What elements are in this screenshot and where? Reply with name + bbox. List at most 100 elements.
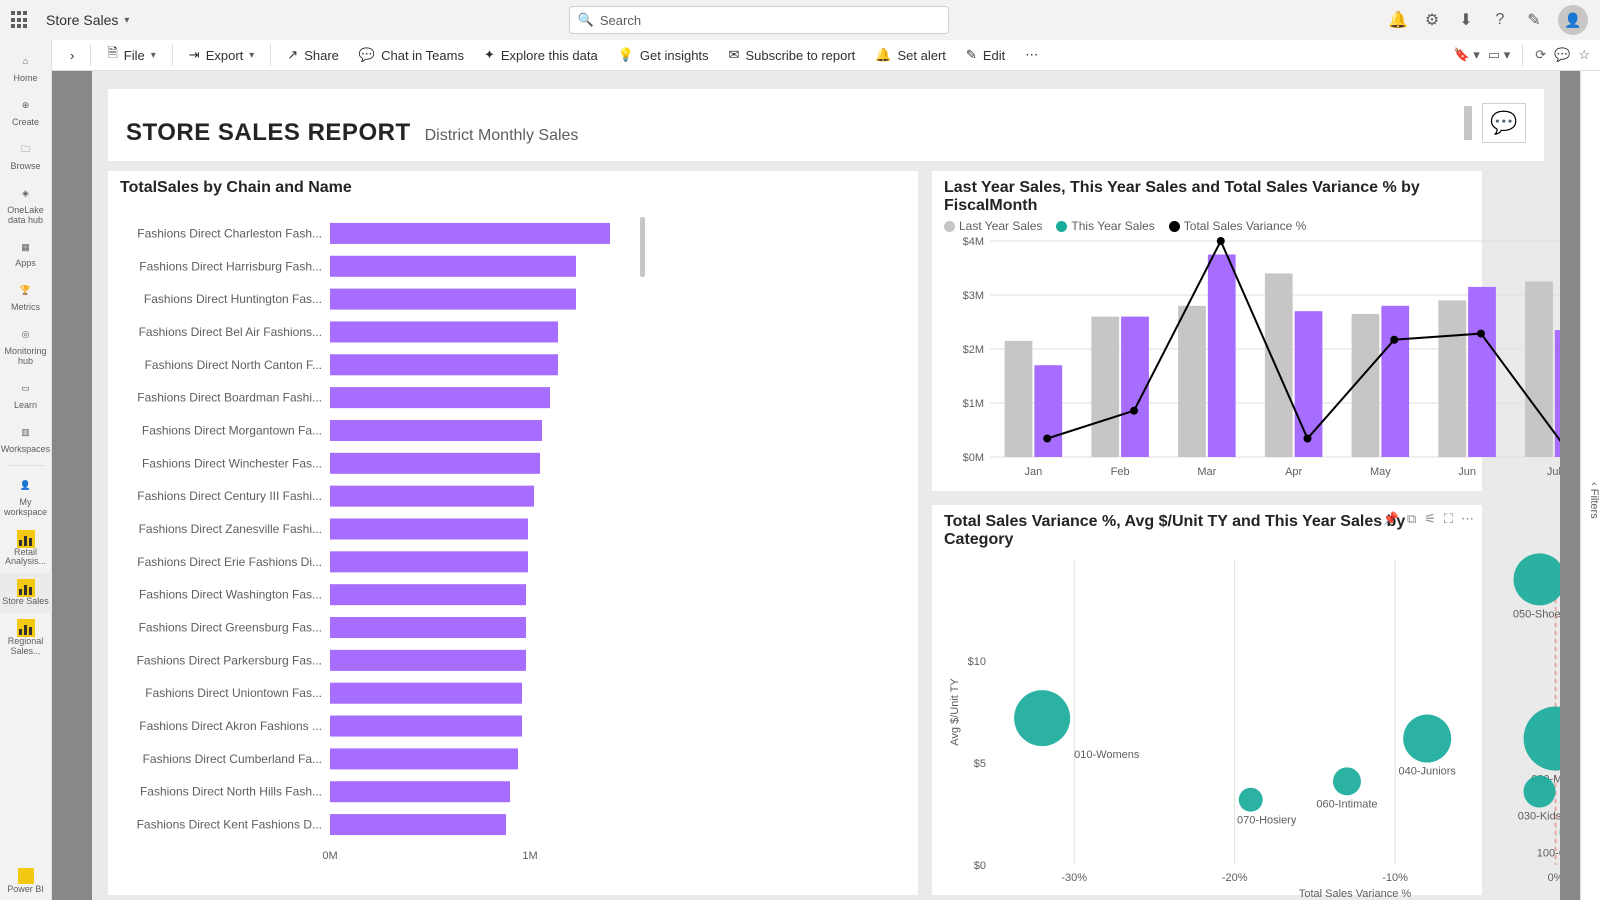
workspace-name: Store Sales bbox=[46, 12, 118, 28]
svg-text:Mar: Mar bbox=[1197, 466, 1216, 478]
svg-text:-20%: -20% bbox=[1222, 872, 1248, 884]
download-icon[interactable]: ⬇ bbox=[1456, 10, 1476, 30]
copy-icon[interactable]: ⧉ bbox=[1407, 511, 1416, 527]
report-subtitle: District Monthly Sales bbox=[425, 127, 579, 145]
legend-swatch-last-year bbox=[944, 221, 955, 232]
svg-text:-30%: -30% bbox=[1061, 872, 1087, 884]
nav-monitoring[interactable]: ◎Monitoring hub bbox=[0, 319, 52, 373]
feedback-icon[interactable]: ✎ bbox=[1524, 10, 1544, 30]
svg-text:$0: $0 bbox=[974, 860, 986, 872]
folder-icon: 🗀 bbox=[16, 140, 36, 160]
chevron-left-icon: ‹ bbox=[1588, 482, 1600, 486]
share-button[interactable]: ↗Share bbox=[279, 43, 347, 67]
pin-icon[interactable]: 📌 bbox=[1383, 511, 1399, 527]
comment-button[interactable]: 💬 bbox=[1482, 103, 1526, 143]
bell-icon: 🔔 bbox=[875, 47, 891, 63]
canvas-gutter-left bbox=[52, 71, 92, 900]
explore-data-button[interactable]: ✦Explore this data bbox=[476, 43, 606, 67]
nav-home[interactable]: ⌂Home bbox=[0, 46, 52, 90]
set-alert-button[interactable]: 🔔Set alert bbox=[867, 43, 954, 67]
svg-text:Fashions Direct Charleston Fas: Fashions Direct Charleston Fash... bbox=[137, 226, 322, 240]
subscribe-button[interactable]: ✉Subscribe to report bbox=[721, 43, 864, 67]
svg-text:$0M: $0M bbox=[963, 452, 984, 464]
app-launcher-icon[interactable] bbox=[8, 8, 32, 32]
filters-pane-collapsed[interactable]: ‹ Filters bbox=[1580, 71, 1600, 900]
settings-icon[interactable]: ⚙ bbox=[1422, 10, 1442, 30]
svg-text:Fashions Direct North Canton F: Fashions Direct North Canton F... bbox=[145, 358, 322, 372]
svg-text:Fashions Direct Zanesville Fas: Fashions Direct Zanesville Fashi... bbox=[139, 522, 322, 536]
nav-my-workspace[interactable]: 👤My workspace bbox=[0, 470, 52, 524]
teams-icon: 💬 bbox=[359, 47, 375, 63]
nav-onelake[interactable]: ◈OneLake data hub bbox=[0, 178, 52, 232]
export-menu[interactable]: ⇥Export▾ bbox=[181, 43, 263, 67]
mail-icon: ✉ bbox=[729, 47, 740, 63]
svg-text:Feb: Feb bbox=[1111, 466, 1130, 478]
nav-learn[interactable]: ▭Learn bbox=[0, 373, 52, 417]
svg-text:May: May bbox=[1370, 466, 1391, 478]
focus-icon[interactable]: ⛶ bbox=[1444, 511, 1453, 527]
pinned-report-regional[interactable]: Regional Sales... bbox=[0, 613, 52, 663]
svg-text:Fashions Direct Cumberland Fa.: Fashions Direct Cumberland Fa... bbox=[143, 752, 322, 766]
pinned-report-store-sales[interactable]: Store Sales bbox=[0, 573, 52, 613]
hbar-chart-card[interactable]: TotalSales by Chain and Name Fashions Di… bbox=[108, 171, 918, 895]
filter-icon[interactable]: ⚟ bbox=[1424, 511, 1436, 527]
edit-button[interactable]: ✎Edit bbox=[958, 43, 1013, 67]
overflow-menu[interactable]: ⋯ bbox=[1017, 43, 1046, 67]
pages-pane-toggle[interactable]: › bbox=[62, 44, 82, 67]
svg-text:060-Intimate: 060-Intimate bbox=[1316, 798, 1377, 810]
svg-text:040-Juniors: 040-Juniors bbox=[1398, 766, 1456, 778]
global-search[interactable]: 🔍 Search bbox=[569, 6, 949, 34]
chat-teams-button[interactable]: 💬Chat in Teams bbox=[351, 43, 472, 67]
bubble-chart-card[interactable]: 📌 ⧉ ⚟ ⛶ ⋯ Total Sales Variance %, Avg $/… bbox=[932, 505, 1482, 895]
svg-text:0%: 0% bbox=[1548, 872, 1560, 884]
svg-text:Fashions Direct Greensburg Fas: Fashions Direct Greensburg Fas... bbox=[139, 621, 322, 635]
visual-header-tools: 📌 ⧉ ⚟ ⛶ ⋯ bbox=[1383, 511, 1474, 527]
svg-text:$1M: $1M bbox=[963, 398, 984, 410]
nav-workspaces[interactable]: ▥Workspaces bbox=[0, 417, 52, 461]
favorite-icon[interactable]: ☆ bbox=[1578, 47, 1590, 63]
svg-text:Fashions Direct Kent Fashions: Fashions Direct Kent Fashions D... bbox=[137, 818, 322, 832]
notifications-icon[interactable]: 🔔 bbox=[1388, 10, 1408, 30]
svg-text:1M: 1M bbox=[522, 850, 537, 862]
hbar-chart-title: TotalSales by Chain and Name bbox=[120, 179, 906, 197]
user-avatar[interactable]: 👤 bbox=[1558, 5, 1588, 35]
bulb-icon: 💡 bbox=[618, 47, 634, 63]
slicer-placeholder[interactable] bbox=[1464, 106, 1472, 140]
svg-text:Jul: Jul bbox=[1547, 466, 1560, 478]
svg-text:0M: 0M bbox=[322, 850, 337, 862]
get-insights-button[interactable]: 💡Get insights bbox=[610, 43, 717, 67]
report-icon bbox=[17, 530, 35, 548]
svg-text:Fashions Direct Huntington Fas: Fashions Direct Huntington Fas... bbox=[144, 292, 322, 306]
pinned-report-retail[interactable]: Retail Analysis... bbox=[0, 524, 52, 574]
nav-browse[interactable]: 🗀Browse bbox=[0, 134, 52, 178]
svg-text:Fashions Direct Erie Fashions: Fashions Direct Erie Fashions Di... bbox=[137, 555, 322, 569]
file-menu[interactable]: 🗎File▾ bbox=[99, 40, 163, 70]
pencil-icon: ✎ bbox=[966, 47, 977, 63]
comment-pane-icon[interactable]: 💬 bbox=[1554, 47, 1570, 63]
apps-icon: ▦ bbox=[16, 237, 36, 257]
svg-text:Fashions Direct Bel Air Fashio: Fashions Direct Bel Air Fashions... bbox=[139, 325, 322, 339]
svg-text:070-Hosiery: 070-Hosiery bbox=[1237, 815, 1297, 827]
combo-chart-legend: Last Year Sales This Year Sales Total Sa… bbox=[944, 219, 1470, 233]
bookmark-dropdown[interactable]: 🔖 ▾ bbox=[1454, 47, 1480, 63]
report-icon bbox=[17, 579, 35, 597]
view-dropdown[interactable]: ▭ ▾ bbox=[1488, 47, 1510, 63]
help-icon[interactable]: ? bbox=[1490, 10, 1510, 30]
explore-icon: ✦ bbox=[484, 47, 495, 63]
svg-text:Jun: Jun bbox=[1458, 466, 1476, 478]
workspaces-icon: ▥ bbox=[16, 423, 36, 443]
plus-circle-icon: ⊕ bbox=[16, 96, 36, 116]
svg-text:100-Groceries: 100-Groceries bbox=[1537, 847, 1560, 859]
ellipsis-icon[interactable]: ⋯ bbox=[1461, 511, 1474, 527]
svg-text:Jan: Jan bbox=[1025, 466, 1043, 478]
file-icon: 🗎 bbox=[107, 44, 117, 66]
svg-text:$3M: $3M bbox=[963, 290, 984, 302]
nav-metrics[interactable]: 🏆Metrics bbox=[0, 275, 52, 319]
nav-create[interactable]: ⊕Create bbox=[0, 90, 52, 134]
refresh-icon[interactable]: ⟳ bbox=[1535, 47, 1546, 63]
nav-apps[interactable]: ▦Apps bbox=[0, 231, 52, 275]
workspace-picker[interactable]: Store Sales ▾ bbox=[46, 12, 129, 28]
report-canvas: STORE SALES REPORT District Monthly Sale… bbox=[92, 71, 1560, 900]
combo-chart-card[interactable]: Last Year Sales, This Year Sales and Tot… bbox=[932, 171, 1482, 491]
combo-chart-svg: $0M$1M$2M$3M$4M-20%0%20%40%JanFebMarAprM… bbox=[944, 235, 1560, 483]
